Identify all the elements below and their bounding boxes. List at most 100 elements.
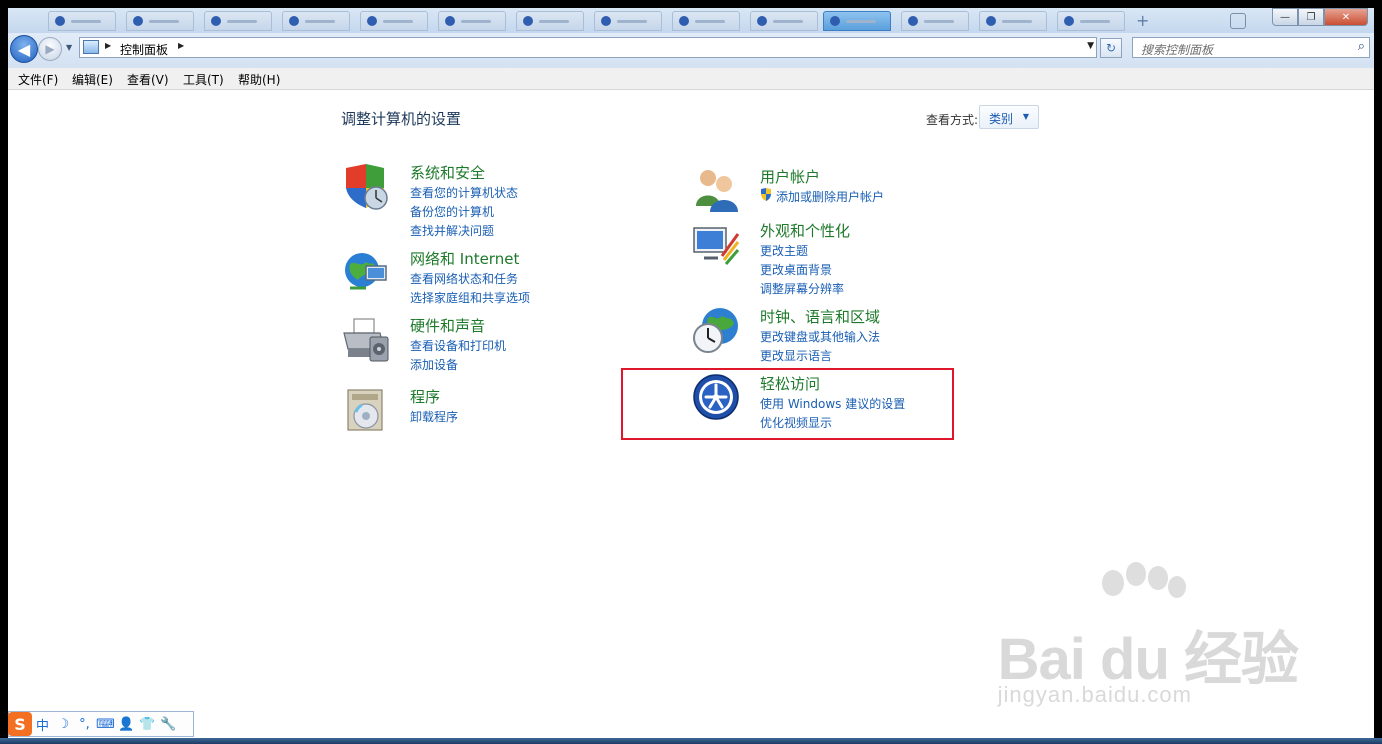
tab-icon <box>908 16 918 26</box>
link-troubleshoot[interactable]: 查找并解决问题 <box>410 222 494 239</box>
menu-edit[interactable]: 编辑(E) <box>72 71 113 88</box>
ime-keyboard-icon[interactable]: ⌨ <box>95 717 116 732</box>
search-input[interactable]: 搜索控制面板 <box>1141 41 1213 58</box>
tab-icon <box>55 16 65 26</box>
tab-icon <box>211 16 221 26</box>
browser-tab[interactable] <box>1057 11 1125 31</box>
menu-file[interactable]: 文件(F) <box>18 71 58 88</box>
browser-tab[interactable] <box>979 11 1047 31</box>
link-change-keyboard-input[interactable]: 更改键盘或其他输入法 <box>760 328 880 345</box>
address-dropdown-icon[interactable]: ▼ <box>1087 41 1094 51</box>
link-network-status[interactable]: 查看网络状态和任务 <box>410 270 518 287</box>
browser-tab[interactable] <box>438 11 506 31</box>
control-panel-icon <box>83 40 99 54</box>
tab-icon <box>757 16 767 26</box>
category-title-network-internet[interactable]: 网络和 Internet <box>410 248 519 269</box>
link-uninstall-program[interactable]: 卸载程序 <box>410 408 458 425</box>
search-icon[interactable]: ⌕ <box>1358 39 1365 54</box>
minimize-button[interactable]: — <box>1272 8 1298 26</box>
browser-tab[interactable] <box>516 11 584 31</box>
link-change-theme[interactable]: 更改主题 <box>760 242 808 259</box>
menu-help[interactable]: 帮助(H) <box>238 71 280 88</box>
watermark-url: jingyan.baidu.com <box>997 682 1192 707</box>
view-by-value: 类别 <box>989 112 1014 126</box>
link-add-device[interactable]: 添加设备 <box>410 356 458 373</box>
search-box[interactable]: 搜索控制面板 ⌕ <box>1132 37 1370 58</box>
close-button[interactable]: ✕ <box>1324 8 1368 26</box>
ime-toolbar: S 中 ☽ °, ⌨ 👤 👕 🔧 <box>8 711 194 737</box>
tab-icon <box>830 16 840 26</box>
recent-pages-dropdown[interactable]: ▼ <box>66 43 72 52</box>
link-change-display-language[interactable]: 更改显示语言 <box>760 347 832 364</box>
tab-icon <box>133 16 143 26</box>
tab-icon <box>367 16 377 26</box>
appearance-icon[interactable] <box>692 220 740 268</box>
address-bar[interactable]: ▶ 控制面板 ▶ ▼ <box>79 37 1097 58</box>
ime-user-icon[interactable]: 👤 <box>116 717 137 732</box>
window-controls: — ❐ ✕ <box>1272 8 1368 26</box>
sogou-logo-icon[interactable]: S <box>8 712 32 736</box>
tab-icon <box>445 16 455 26</box>
chevron-down-icon: ▼ <box>1022 112 1029 121</box>
browser-tab[interactable] <box>204 11 272 31</box>
category-title-clock-language-region[interactable]: 时钟、语言和区域 <box>760 306 880 327</box>
shield-icon[interactable] <box>342 162 390 210</box>
menu-bar: 文件(F) 编辑(E) 查看(V) 工具(T) 帮助(H) <box>8 68 1374 90</box>
tab-icon <box>679 16 689 26</box>
browser-tab[interactable] <box>672 11 740 31</box>
category-title-user-accounts[interactable]: 用户帐户 <box>760 166 820 187</box>
forward-button[interactable]: ▶ <box>38 37 62 61</box>
category-title-appearance[interactable]: 外观和个性化 <box>760 220 850 241</box>
menu-view[interactable]: 查看(V) <box>127 71 169 88</box>
ime-skin-shirt-icon[interactable]: 👕 <box>137 717 158 732</box>
category-title-system-security[interactable]: 系统和安全 <box>410 162 485 183</box>
printer-icon[interactable] <box>342 315 390 363</box>
navigation-bar: ◀ ▶ ▼ ▶ 控制面板 ▶ ▼ ↻ 搜索控制面板 ⌕ <box>8 33 1374 68</box>
tab-icon <box>523 16 533 26</box>
link-homegroup-sharing[interactable]: 选择家庭组和共享选项 <box>410 289 530 306</box>
ime-punctuation-icon[interactable]: °, <box>74 717 95 732</box>
programs-icon[interactable] <box>342 386 390 434</box>
ime-width-moon-icon[interactable]: ☽ <box>53 717 74 732</box>
link-screen-resolution[interactable]: 调整屏幕分辨率 <box>760 280 844 297</box>
refresh-button[interactable]: ↻ <box>1100 38 1122 58</box>
link-change-background[interactable]: 更改桌面背景 <box>760 261 832 278</box>
link-add-remove-accounts[interactable]: 添加或删除用户帐户 <box>776 188 884 205</box>
menu-tools[interactable]: 工具(T) <box>183 71 224 88</box>
browser-tab[interactable] <box>360 11 428 31</box>
control-panel-window: + — ❐ ✕ ◀ ▶ ▼ ▶ 控制面板 ▶ ▼ ↻ 搜索控制面板 ⌕ 文件(F… <box>8 8 1374 738</box>
tab-icon <box>986 16 996 26</box>
category-title-hardware-sound[interactable]: 硬件和声音 <box>410 315 485 336</box>
breadcrumb-separator-icon[interactable]: ▶ <box>178 41 184 50</box>
link-devices-printers[interactable]: 查看设备和打印机 <box>410 337 506 354</box>
page-title: 调整计算机的设置 <box>341 110 462 128</box>
browser-tab-active[interactable] <box>823 11 891 31</box>
ime-language-toggle[interactable]: 中 <box>32 715 53 734</box>
category-title-programs[interactable]: 程序 <box>410 386 440 407</box>
breadcrumb-control-panel[interactable]: 控制面板 <box>120 41 168 58</box>
back-button[interactable]: ◀ <box>10 35 38 63</box>
users-icon[interactable] <box>692 166 740 214</box>
browser-tab[interactable] <box>750 11 818 31</box>
view-by-dropdown[interactable]: 类别 ▼ <box>979 105 1039 129</box>
browser-tab[interactable] <box>48 11 116 31</box>
highlight-box <box>621 368 954 440</box>
clock-globe-icon[interactable] <box>692 306 740 354</box>
tab-icon <box>1064 16 1074 26</box>
maximize-button[interactable]: ❐ <box>1298 8 1324 26</box>
new-tab-button[interactable]: + <box>1136 11 1149 30</box>
breadcrumb-separator-icon[interactable]: ▶ <box>105 41 111 50</box>
browser-tab[interactable] <box>901 11 969 31</box>
link-view-computer-status[interactable]: 查看您的计算机状态 <box>410 184 518 201</box>
browser-tab[interactable] <box>126 11 194 31</box>
view-by-label: 查看方式: <box>926 113 979 127</box>
ime-settings-wrench-icon[interactable]: 🔧 <box>158 717 179 732</box>
link-backup-computer[interactable]: 备份您的计算机 <box>410 203 494 220</box>
browser-tab[interactable] <box>594 11 662 31</box>
tab-strip: + — ❐ ✕ <box>8 8 1374 33</box>
network-globe-icon[interactable] <box>342 248 390 296</box>
favorites-icon[interactable] <box>1230 13 1246 29</box>
baidu-jingyan-watermark: Bai du 经验 jingyan.baidu.com <box>998 562 1299 707</box>
uac-shield-icon <box>761 188 771 201</box>
browser-tab[interactable] <box>282 11 350 31</box>
